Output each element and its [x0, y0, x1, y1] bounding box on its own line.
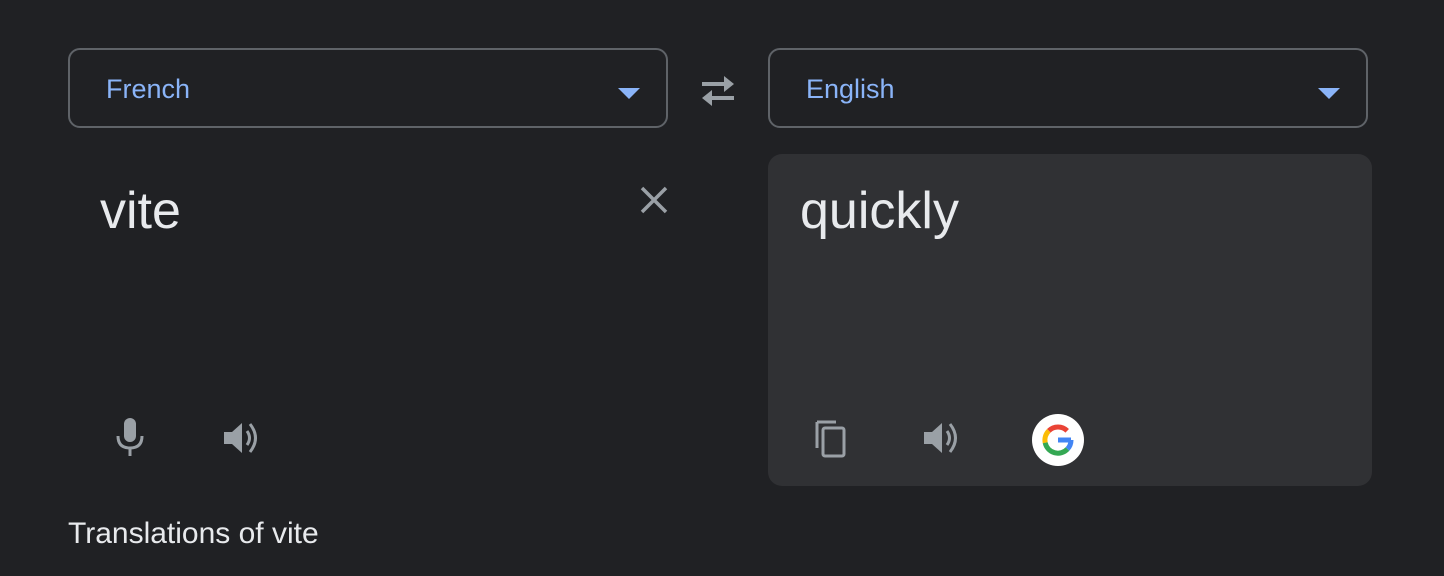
translation-panel: quickly	[768, 154, 1372, 486]
microphone-icon	[116, 418, 144, 456]
listen-translation-button[interactable]	[918, 414, 966, 462]
copy-icon	[815, 420, 846, 458]
speaker-icon	[224, 423, 257, 453]
clear-source-button[interactable]	[632, 180, 676, 224]
google-logo-icon	[1042, 424, 1074, 456]
swap-arrows-icon	[702, 76, 734, 106]
target-language-select[interactable]: English	[768, 48, 1368, 128]
speaker-icon	[924, 423, 957, 453]
target-language-dropdown-icon	[1318, 88, 1340, 99]
source-language-dropdown-icon	[618, 88, 640, 99]
translation-text: quickly	[800, 182, 959, 240]
listen-source-button[interactable]	[218, 414, 266, 462]
source-language-select[interactable]: French	[68, 48, 668, 128]
close-icon	[640, 186, 668, 214]
copy-translation-button[interactable]	[806, 414, 854, 462]
swap-languages-button[interactable]	[696, 70, 740, 110]
open-in-google-translate-button[interactable]	[1032, 414, 1084, 466]
source-language-label: French	[106, 74, 191, 104]
source-text-input[interactable]: vite	[100, 180, 181, 242]
target-language-label: English	[806, 74, 895, 104]
voice-input-button[interactable]	[106, 414, 154, 462]
translations-heading: Translations of vite	[68, 517, 319, 550]
